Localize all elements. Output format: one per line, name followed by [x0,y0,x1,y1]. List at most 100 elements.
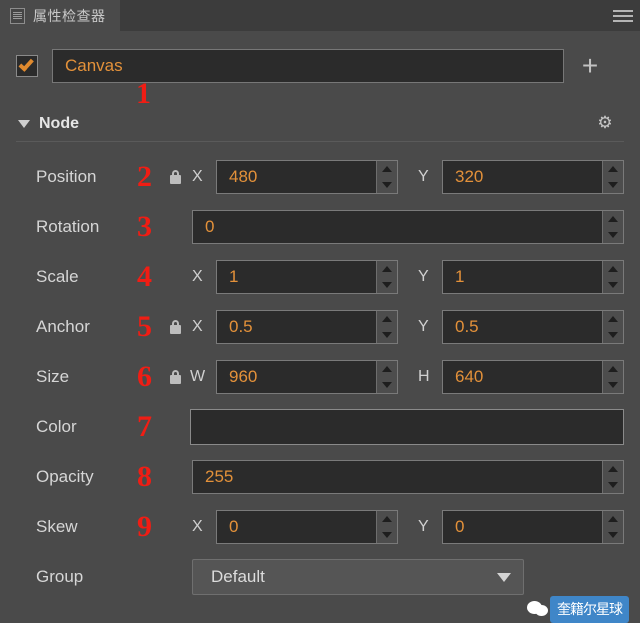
scale-x-value: 1 [229,267,239,286]
skew-y-input[interactable]: 0 [442,510,624,544]
property-label: Rotation [36,217,100,236]
hamburger-menu-icon[interactable] [606,0,640,31]
titlebar-spacer [119,0,606,31]
position-y-value: 320 [455,167,484,186]
size-height-input[interactable]: 640 [442,360,624,394]
scale-y-input[interactable]: 1 [442,260,624,294]
skew-x-value: 0 [229,517,239,536]
gear-icon[interactable]: ⚙ [596,114,614,132]
rotation-stepper[interactable] [602,211,623,243]
chevron-down-icon[interactable] [18,120,30,128]
property-row-rotation: Rotation 3 0 [0,202,640,252]
annotation-marker-1: 1 [136,77,151,110]
annotation-marker-4: 4 [137,260,152,293]
skew-y-stepper[interactable] [602,511,623,543]
node-name-value: Canvas [65,56,123,75]
axis-label-h: H [418,368,430,385]
anchor-y-value: 0.5 [455,317,479,336]
inspector-panel-icon [10,7,25,24]
position-x-input[interactable]: 480 [216,160,398,194]
property-row-size: Size 6 W 960 H 640 [0,352,640,402]
opacity-value: 255 [205,467,234,486]
inspector-panel: Canvas + 1 Node ⚙ Position 2 X 480 Y 320… [0,31,640,623]
opacity-stepper[interactable] [602,461,623,493]
annotation-marker-3: 3 [137,210,152,243]
size-height-stepper[interactable] [602,361,623,393]
annotation-marker-9: 9 [137,510,152,543]
anchor-y-input[interactable]: 0.5 [442,310,624,344]
skew-x-input[interactable]: 0 [216,510,398,544]
anchor-x-value: 0.5 [229,317,253,336]
property-label: Position [36,167,97,186]
wechat-icon [527,600,549,619]
axis-label-y: Y [418,318,429,335]
property-label: Anchor [36,317,90,336]
position-y-stepper[interactable] [602,161,623,193]
color-swatch-button[interactable] [190,409,624,445]
axis-label-x: X [192,168,203,185]
scale-x-stepper[interactable] [376,261,397,293]
tab-property-inspector[interactable]: 属性检查器 [0,0,120,31]
property-row-position: Position 2 X 480 Y 320 [0,152,640,202]
property-label: Size [36,367,70,386]
anchor-x-stepper[interactable] [376,311,397,343]
section-title: Node [39,115,79,132]
watermark: 奎籍尔星球 [527,596,629,623]
node-name-row: Canvas + [0,45,640,87]
lock-icon[interactable] [170,170,181,184]
property-label: Opacity [36,467,94,486]
annotation-marker-5: 5 [137,310,152,343]
annotation-marker-2: 2 [137,160,152,193]
axis-label-w: W [190,368,206,385]
position-y-input[interactable]: 320 [442,160,624,194]
annotation-marker-6: 6 [137,360,152,393]
size-width-stepper[interactable] [376,361,397,393]
rotation-value: 0 [205,217,215,236]
titlebar: 属性检查器 [0,0,640,31]
property-row-anchor: Anchor 5 X 0.5 Y 0.5 [0,302,640,352]
property-label: Skew [36,517,78,536]
scale-x-input[interactable]: 1 [216,260,398,294]
skew-x-stepper[interactable] [376,511,397,543]
scale-y-value: 1 [455,267,465,286]
add-component-button[interactable]: + [570,52,610,80]
watermark-label: 奎籍尔星球 [550,596,629,623]
property-row-skew: Skew 9 X 0 Y 0 [0,502,640,552]
scale-y-stepper[interactable] [602,261,623,293]
axis-label-x: X [192,268,203,285]
chevron-down-icon [497,572,511,582]
property-label: Scale [36,267,79,286]
tab-label: 属性检查器 [33,7,106,24]
property-label: Color [36,417,77,436]
opacity-input[interactable]: 255 [192,460,624,494]
position-x-value: 480 [229,167,258,186]
skew-y-value: 0 [455,517,465,536]
annotation-marker-8: 8 [137,460,152,493]
node-section-header[interactable]: Node ⚙ [0,109,640,139]
group-dropdown-value: Default [211,567,265,586]
checkmark-icon [18,56,34,72]
node-name-input[interactable]: Canvas [52,49,564,83]
anchor-x-input[interactable]: 0.5 [216,310,398,344]
axis-label-x: X [192,318,203,335]
size-height-value: 640 [455,367,484,386]
property-row-opacity: Opacity 8 255 [0,452,640,502]
axis-label-y: Y [418,168,429,185]
position-x-stepper[interactable] [376,161,397,193]
group-dropdown[interactable]: Default [192,559,524,595]
node-enabled-checkbox[interactable] [16,55,38,77]
property-row-color: Color 7 [0,402,640,452]
anchor-y-stepper[interactable] [602,311,623,343]
property-row-scale: Scale 4 X 1 Y 1 [0,252,640,302]
property-row-group: Group Default [0,552,640,602]
lock-icon[interactable] [170,370,181,384]
rotation-input[interactable]: 0 [192,210,624,244]
annotation-marker-7: 7 [137,410,152,443]
property-label: Group [36,567,84,586]
lock-icon[interactable] [170,320,181,334]
axis-label-x: X [192,518,203,535]
axis-label-y: Y [418,268,429,285]
section-divider [16,141,624,142]
size-width-input[interactable]: 960 [216,360,398,394]
size-width-value: 960 [229,367,258,386]
